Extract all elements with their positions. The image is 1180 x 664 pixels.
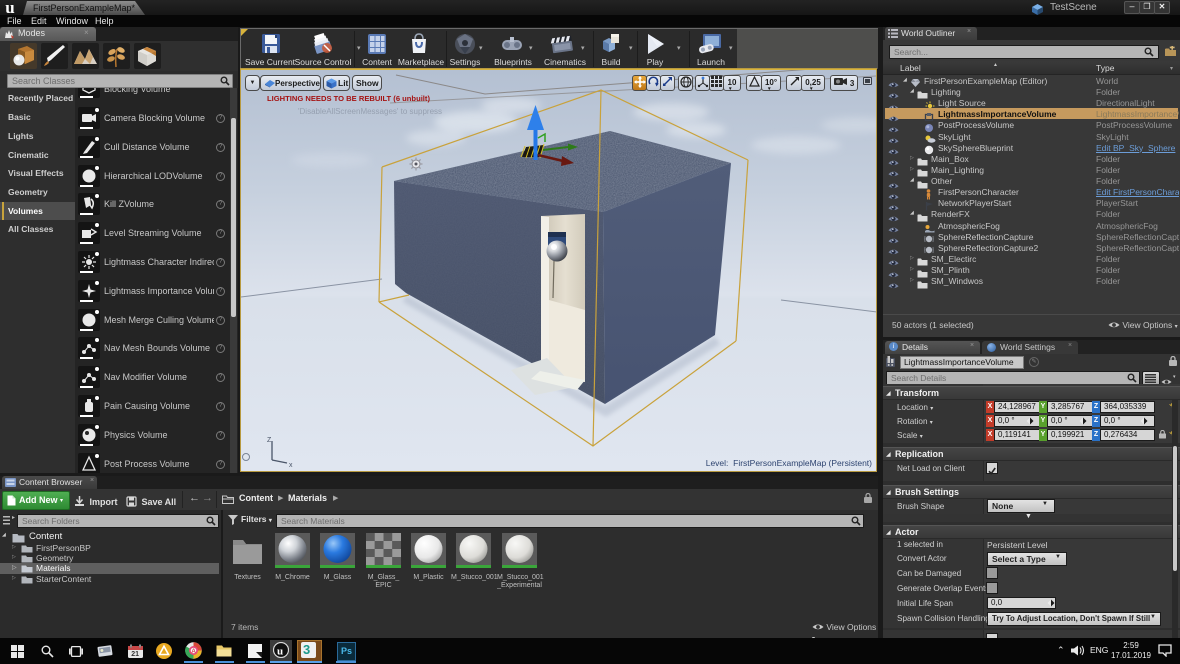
svg-text:u: u: [277, 646, 283, 658]
svg-text:Z: Z: [267, 437, 272, 444]
svg-text:21: 21: [131, 651, 139, 658]
svg-text:A: A: [191, 648, 196, 655]
svg-text:x: x: [289, 462, 293, 469]
